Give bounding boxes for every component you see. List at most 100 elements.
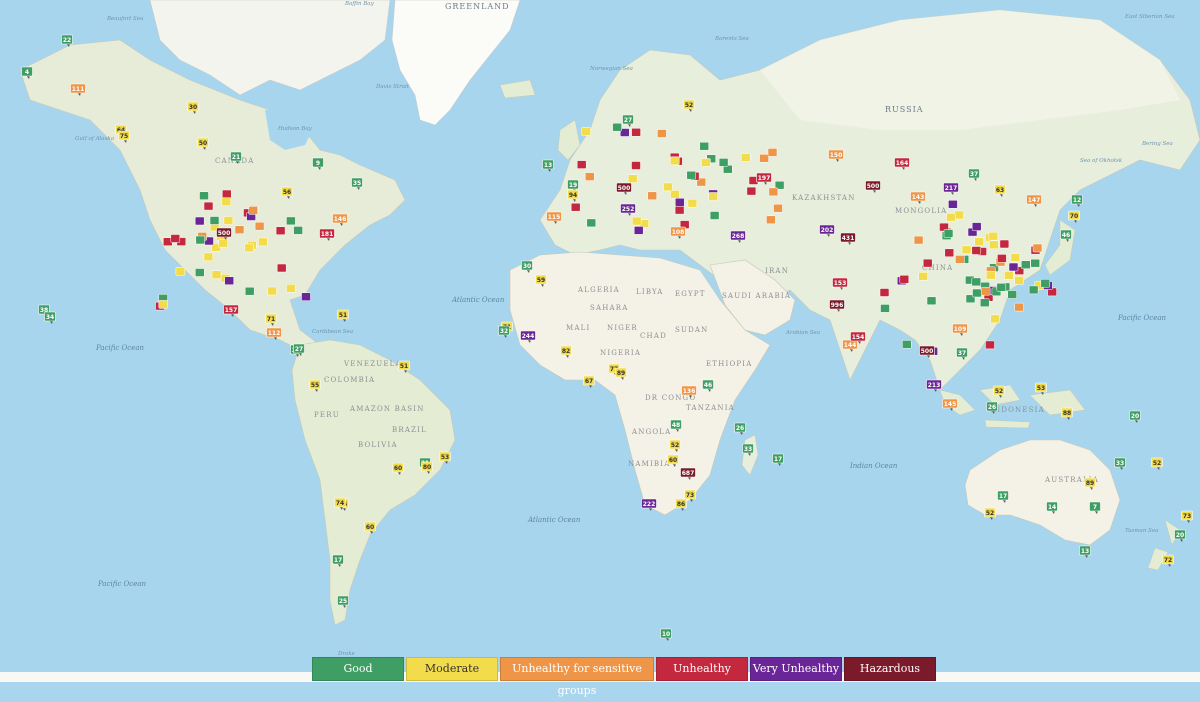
aqi-marker-cluster[interactable]	[980, 298, 990, 307]
aqi-marker-cluster[interactable]	[224, 276, 234, 285]
aqi-marker-cluster[interactable]	[980, 286, 991, 296]
aqi-marker-cluster[interactable]	[766, 215, 776, 225]
aqi-marker-cluster[interactable]	[773, 203, 783, 213]
aqi-marker-cluster[interactable]	[944, 248, 955, 258]
legend-item-moderate[interactable]: Moderate	[406, 657, 498, 681]
aqi-marker-cluster[interactable]	[1028, 285, 1039, 295]
aqi-marker-cluster[interactable]	[158, 300, 169, 309]
aqi-marker-cluster[interactable]	[576, 160, 587, 169]
aqi-marker-cluster[interactable]	[674, 205, 685, 215]
aqi-marker-cluster[interactable]	[627, 174, 638, 183]
aqi-marker-cluster[interactable]	[990, 314, 1000, 324]
aqi-marker-cluster[interactable]	[585, 172, 595, 181]
aqi-marker-cluster[interactable]	[996, 283, 1007, 292]
aqi-marker-cluster[interactable]	[989, 240, 999, 250]
legend-item-unhealthy[interactable]: Unhealthy	[656, 657, 748, 681]
aqi-marker-cluster[interactable]	[879, 288, 890, 297]
aqi-marker-cluster[interactable]	[972, 288, 982, 298]
legend-item-unhealthy-for-sensitive-groups[interactable]: Unhealthy for sensitive groups	[500, 657, 654, 697]
legend-item-hazardous[interactable]: Hazardous	[844, 657, 936, 681]
aqi-marker-cluster[interactable]	[948, 200, 958, 209]
aqi-marker-cluster[interactable]	[961, 245, 972, 255]
aqi-marker-cluster[interactable]	[1007, 290, 1017, 299]
aqi-marker-cluster[interactable]	[293, 226, 303, 235]
aqi-marker-cluster[interactable]	[267, 286, 277, 296]
aqi-marker-cluster[interactable]	[244, 286, 255, 296]
aqi-marker-cluster[interactable]	[195, 235, 206, 245]
legend-item-good[interactable]: Good	[312, 657, 404, 681]
aqi-marker-cluster[interactable]	[195, 268, 205, 277]
aqi-marker-cluster[interactable]	[709, 211, 720, 220]
aqi-marker-cluster[interactable]	[581, 127, 591, 136]
aqi-marker-cluster[interactable]	[675, 198, 685, 207]
aqi-marker-cluster[interactable]	[1010, 253, 1021, 262]
aqi-marker-cluster[interactable]	[1030, 258, 1040, 268]
aqi-marker-cluster[interactable]	[1014, 302, 1024, 312]
aqi-marker-cluster[interactable]	[971, 222, 982, 231]
aqi-marker-cluster[interactable]	[985, 340, 995, 350]
aqi-marker-cluster[interactable]	[170, 234, 181, 243]
aqi-marker-cluster[interactable]	[718, 158, 729, 167]
aqi-marker-cluster[interactable]	[988, 231, 999, 241]
aqi-marker-cluster[interactable]	[222, 189, 232, 199]
aqi-marker-cluster[interactable]	[699, 141, 709, 151]
aqi-marker-cluster[interactable]	[286, 216, 296, 226]
aqi-marker-cluster[interactable]	[248, 206, 258, 215]
aqi-marker-cluster[interactable]	[1004, 271, 1014, 280]
aqi-marker-cluster[interactable]	[286, 284, 296, 293]
aqi-marker-cluster[interactable]	[954, 210, 964, 220]
aqi-marker-cluster[interactable]	[943, 229, 954, 238]
aqi-marker-cluster[interactable]	[1021, 260, 1031, 269]
aqi-marker-cluster[interactable]	[301, 292, 311, 301]
aqi-marker-cluster[interactable]	[1032, 243, 1043, 253]
aqi-marker-cluster[interactable]	[276, 263, 287, 273]
aqi-marker-cluster[interactable]	[767, 148, 778, 157]
aqi-marker-cluster[interactable]	[708, 192, 718, 201]
aqi-marker-cluster[interactable]	[631, 216, 642, 226]
aqi-marker-cluster[interactable]	[258, 237, 268, 247]
aqi-marker-cluster[interactable]	[663, 182, 673, 192]
aqi-marker-cluster[interactable]	[570, 202, 581, 212]
aqi-marker-cluster[interactable]	[899, 275, 910, 284]
aqi-marker-cluster[interactable]	[670, 190, 680, 199]
aqi-marker-cluster[interactable]	[254, 221, 265, 231]
aqi-marker-cluster[interactable]	[880, 304, 890, 313]
aqi-marker-cluster[interactable]	[631, 128, 641, 137]
aqi-marker-cluster[interactable]	[631, 161, 641, 170]
aqi-marker-cluster[interactable]	[670, 156, 680, 166]
world-map[interactable]: GREENLAND RUSSIA CANADA MONGOLIA CHINA I…	[0, 0, 1200, 682]
aqi-marker-cluster[interactable]	[974, 237, 984, 246]
aqi-marker-cluster[interactable]	[234, 225, 245, 234]
aqi-marker-cluster[interactable]	[203, 252, 214, 262]
aqi-marker-cluster[interactable]	[1040, 279, 1051, 288]
aqi-marker-cluster[interactable]	[913, 235, 924, 245]
aqi-marker-cluster[interactable]	[633, 226, 644, 235]
aqi-marker-cluster[interactable]	[902, 340, 912, 349]
aqi-marker-cluster[interactable]	[999, 239, 1010, 249]
aqi-marker-cluster[interactable]	[759, 154, 769, 163]
aqi-marker-cluster[interactable]	[194, 216, 205, 226]
aqi-marker-cluster[interactable]	[922, 258, 933, 268]
aqi-marker-cluster[interactable]	[687, 198, 698, 208]
aqi-marker-cluster[interactable]	[244, 243, 254, 253]
aqi-marker-cluster[interactable]	[997, 254, 1007, 263]
aqi-marker-cluster[interactable]	[971, 246, 982, 255]
aqi-marker-cluster[interactable]	[1014, 276, 1024, 285]
aqi-marker-cluster[interactable]	[218, 239, 228, 248]
aqi-marker-cluster[interactable]	[971, 277, 982, 287]
legend-item-very-unhealthy[interactable]: Very Unhealthy	[750, 657, 842, 681]
aqi-marker-cluster[interactable]	[946, 212, 956, 222]
aqi-marker-cluster[interactable]	[746, 186, 757, 196]
aqi-marker-cluster[interactable]	[647, 191, 657, 201]
aqi-marker-cluster[interactable]	[955, 255, 965, 264]
aqi-marker-cluster[interactable]	[657, 129, 667, 138]
aqi-marker-cluster[interactable]	[223, 216, 234, 225]
aqi-marker-cluster[interactable]	[918, 272, 928, 281]
aqi-marker-cluster[interactable]	[1008, 262, 1019, 272]
aqi-marker-cluster[interactable]	[203, 201, 214, 211]
aqi-marker-cluster[interactable]	[612, 122, 622, 132]
aqi-marker-cluster[interactable]	[199, 191, 209, 200]
aqi-marker-cluster[interactable]	[275, 226, 286, 235]
aqi-marker-cluster[interactable]	[986, 270, 996, 280]
aqi-marker-cluster[interactable]	[209, 216, 220, 225]
